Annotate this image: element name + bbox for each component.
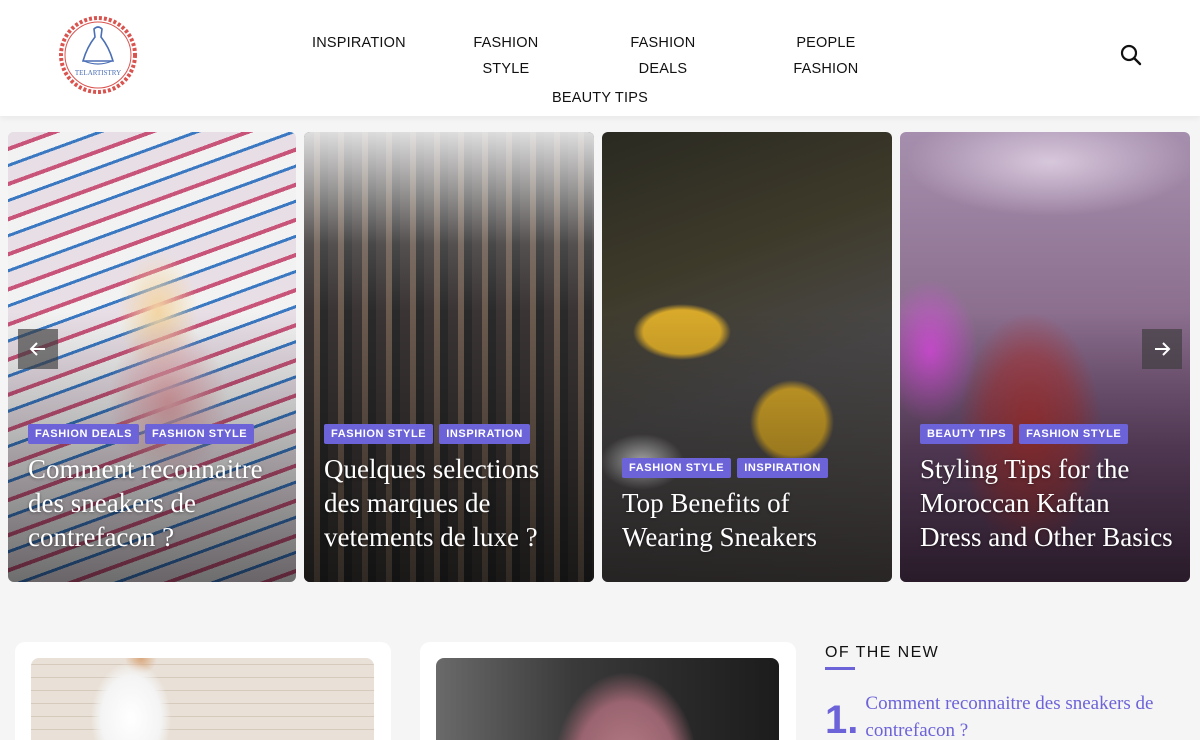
slide-tag[interactable]: FASHION DEALS: [28, 424, 140, 444]
slide-tag[interactable]: FASHION STYLE: [622, 458, 732, 478]
list-item: 1. Comment reconnaitre des sneakers de c…: [825, 690, 1185, 740]
site-logo[interactable]: TELARTISTRY: [58, 15, 138, 95]
slider-prev-button[interactable]: [18, 329, 58, 369]
main-nav: INSPIRATION FASHION STYLE FASHION DEALS …: [290, 30, 910, 111]
slide-tag[interactable]: FASHION STYLE: [1019, 424, 1129, 444]
title-underline: [825, 667, 855, 670]
nav-item-fashion-deals[interactable]: FASHION DEALS: [584, 30, 742, 82]
arrow-left-icon: [29, 342, 45, 356]
sidebar-title: OF THE NEW: [825, 644, 940, 661]
slide-card[interactable]: FASHION STYLE INSPIRATION Top Benefits o…: [602, 132, 892, 582]
nav-item-fashion-style[interactable]: FASHION STYLE: [428, 30, 584, 82]
featured-slider: FASHION DEALS FASHION STYLE Comment reco…: [0, 132, 1200, 582]
nav-item-inspiration[interactable]: INSPIRATION: [290, 30, 428, 82]
slide-tag[interactable]: FASHION STYLE: [324, 424, 434, 444]
list-number: 1.: [825, 698, 859, 740]
nav-item-people-fashion[interactable]: PEOPLE FASHION: [742, 30, 910, 82]
slide-title[interactable]: Styling Tips for the Moroccan Kaftan Dre…: [920, 452, 1176, 554]
slide-title[interactable]: Quelques selections des marques de vetem…: [324, 452, 580, 554]
slide-tag[interactable]: INSPIRATION: [737, 458, 828, 478]
slide-tag[interactable]: BEAUTY TIPS: [920, 424, 1014, 444]
dress-logo-icon: TELARTISTRY: [59, 16, 137, 94]
slide-tag[interactable]: FASHION STYLE: [145, 424, 255, 444]
logo-text: TELARTISTRY: [75, 69, 121, 77]
post-thumbnail[interactable]: [31, 658, 374, 740]
slider-next-button[interactable]: [1142, 329, 1182, 369]
list-item-link[interactable]: Comment reconnaitre des sneakers de cont…: [865, 690, 1185, 740]
slide-card[interactable]: FASHION STYLE INSPIRATION Quelques selec…: [304, 132, 594, 582]
sidebar-latest: OF THE NEW 1. Comment reconnaitre des sn…: [825, 644, 1185, 740]
slide-tag[interactable]: INSPIRATION: [439, 424, 530, 444]
search-icon[interactable]: [1120, 44, 1142, 66]
arrow-right-icon: [1155, 342, 1171, 356]
slide-title[interactable]: Comment reconnaitre des sneakers de cont…: [28, 452, 282, 554]
slide-title[interactable]: Top Benefits of Wearing Sneakers: [622, 486, 878, 554]
post-thumbnail[interactable]: [436, 658, 779, 740]
site-header: TELARTISTRY INSPIRATION FASHION STYLE FA…: [0, 0, 1200, 116]
post-card[interactable]: [420, 642, 796, 740]
nav-item-beauty-tips[interactable]: BEAUTY TIPS: [530, 85, 670, 111]
post-card[interactable]: [15, 642, 391, 740]
